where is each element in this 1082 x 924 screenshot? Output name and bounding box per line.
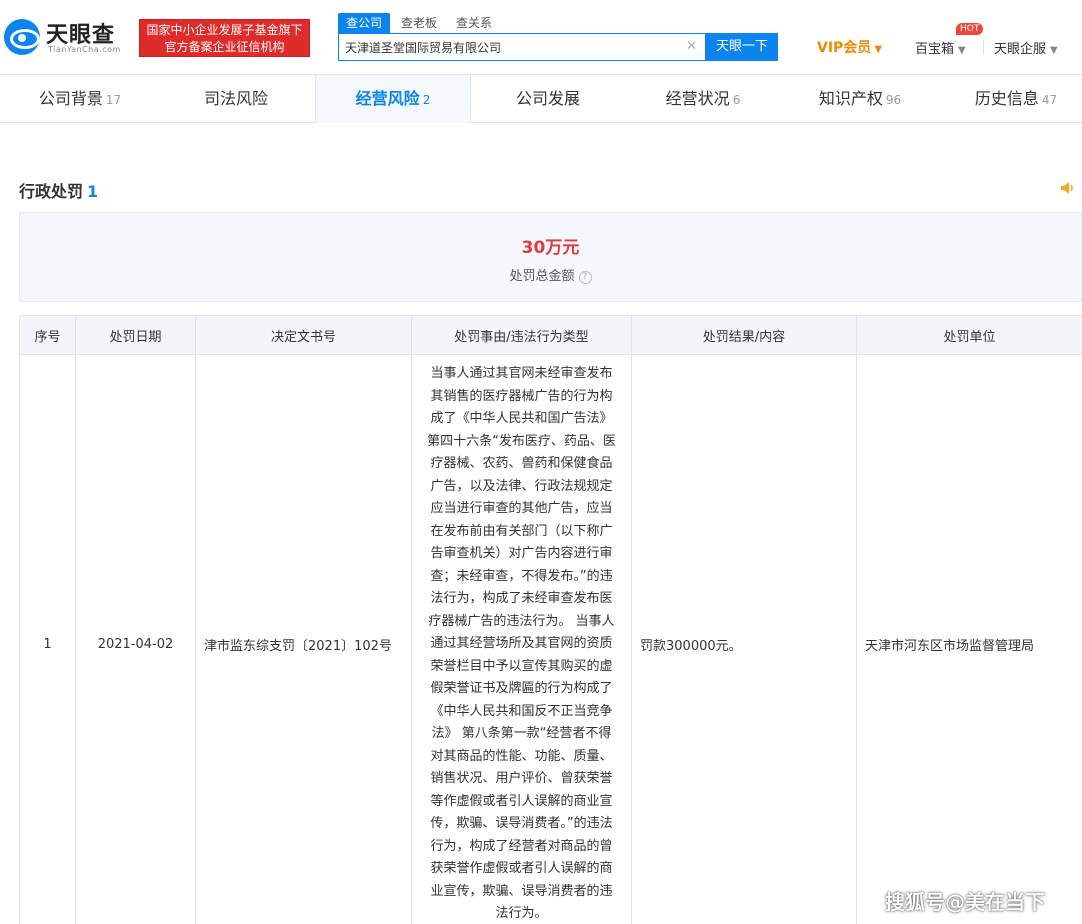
summary-label-text: 处罚总金额 — [509, 269, 575, 284]
official-badge[interactable]: 国家中小企业发展子基金旗下 官方备案企业征信机构 — [139, 19, 310, 57]
cell-unit: 天津市河东区市场监督管理局 — [856, 354, 1082, 924]
penalty-total-label: 处罚总金额? — [20, 265, 1081, 284]
col-header-doc-no: 决定文书号 — [195, 315, 412, 355]
reason-line: 销售状况、用户评价、曾获荣誉 — [430, 771, 613, 786]
section-count: 1 — [87, 182, 99, 201]
col-header-reason: 处罚事由/违法行为类型 — [411, 315, 632, 355]
tab-intellectual-property[interactable]: 知识产权 96 — [800, 75, 920, 123]
tianyancha-logo[interactable]: 天眼查 TianYanCha.com — [4, 17, 130, 59]
col-header-result: 处罚结果/内容 — [631, 315, 857, 355]
cell-doc-no: 津市监东综支罚〔2021〕102号 — [195, 354, 412, 924]
baobox-menu[interactable]: 百宝箱 ▼ — [915, 38, 966, 57]
vip-label: VIP会员 — [817, 40, 872, 56]
badge-line-1: 国家中小企业发展子基金旗下 — [146, 23, 303, 37]
reason-line: 通过其经营场所及其官网的资质 — [430, 636, 613, 651]
clear-icon[interactable]: ✕ — [686, 39, 697, 54]
penalty-table: 序号 处罚日期 决定文书号 处罚事由/违法行为类型 处罚结果/内容 处罚单位 1… — [19, 315, 1082, 924]
tab-label: 公司背景 — [38, 89, 103, 108]
reason-line: 法行为，构成了未经审查发布医 — [430, 591, 613, 606]
tab-label: 经营风险 — [355, 89, 420, 108]
reason-line: 获荣誉作虚假或者引人误解的商 — [430, 861, 613, 876]
reason-line: 《中华人民共和国反不正当竞争 — [430, 703, 613, 719]
reason-line: 当事人通过其官网未经审查发布 — [430, 366, 613, 381]
company-nav: 公司背景 17 司法风险 经营风险 2 公司发展 经营状况 6 知识产权 96 历史信息… — [0, 75, 1082, 123]
reason-line: 传，欺骗、误导消费者。”的违法 — [430, 816, 613, 831]
col-header-index: 序号 — [19, 315, 76, 355]
cell-date: 2021-04-02 — [75, 354, 196, 924]
section-title: 行政处罚 1 — [19, 178, 98, 202]
tab-search-boss[interactable]: 查老板 — [401, 13, 437, 33]
reason-line: 广告，以及法律、行政法规规定 — [430, 478, 613, 494]
divider — [983, 40, 984, 54]
penalty-total-amount: 30万元 — [521, 238, 580, 258]
table-header-row: 序号 处罚日期 决定文书号 处罚事由/违法行为类型 处罚结果/内容 处罚单位 — [19, 315, 1082, 355]
vip-menu[interactable]: VIP会员 ▼ — [817, 37, 882, 57]
col-header-unit: 处罚单位 — [856, 315, 1082, 355]
reason-line: 其销售的医疗器械广告的行为构 — [430, 388, 613, 404]
reason-line: 应当进行审查的其他广告，应当 — [430, 501, 613, 516]
reason-line: 在发布前由有关部门（以下称广 — [430, 523, 613, 539]
help-icon[interactable]: ? — [578, 271, 592, 284]
table-row: 1 2021-04-02 津市监东综支罚〔2021〕102号 当事人通过其官网未… — [19, 354, 1082, 924]
tab-history-info[interactable]: 历史信息 47 — [956, 75, 1076, 123]
top-header: 天眼查 TianYanCha.com 国家中小企业发展子基金旗下 官方备案企业征… — [0, 0, 1082, 75]
qifu-menu[interactable]: 天眼企服 ▼ — [994, 38, 1058, 57]
reason-line: 成了《中华人民共和国广告法》 — [430, 411, 613, 426]
logo-subtitle: TianYanCha.com — [48, 45, 121, 54]
caret-down-icon: ▼ — [1050, 45, 1058, 56]
tab-label: 公司发展 — [515, 89, 580, 108]
col-header-date: 处罚日期 — [75, 315, 196, 355]
tab-operating-risk[interactable]: 经营风险 2 — [315, 75, 471, 123]
reason-line: 荣誉栏目中予以宣传其购买的虚 — [430, 658, 613, 674]
qifu-label: 天眼企服 — [994, 42, 1047, 57]
reason-line: 第四十六条“发布医疗、药品、医 — [427, 433, 616, 449]
tab-search-relation[interactable]: 查关系 — [456, 13, 492, 33]
section-title-label: 行政处罚 — [19, 182, 84, 201]
reason-line: 等作虚假或者引人误解的商业宣 — [430, 793, 613, 809]
reason-line: 行为，构成了经营者对商品的曾 — [430, 838, 613, 854]
tab-count: 96 — [885, 93, 902, 107]
reason-line: 查；未经审查，不得发布。”的违 — [430, 568, 613, 584]
tab-label: 经营状况 — [665, 89, 730, 108]
tab-count: 17 — [105, 93, 122, 107]
tab-judicial-risk[interactable]: 司法风险 — [176, 75, 296, 123]
tab-count: 47 — [1041, 93, 1058, 107]
tab-count: 2 — [422, 93, 431, 107]
reason-line: 法》 第八条第一款“经营者不得 — [431, 726, 612, 741]
search-input[interactable] — [345, 38, 675, 56]
reason-line: 疗器械广告的违法行为。 当事人 — [428, 613, 615, 629]
speaker-icon[interactable] — [1059, 180, 1075, 196]
tab-search-company[interactable]: 查公司 — [338, 13, 391, 33]
caret-down-icon: ▼ — [958, 45, 966, 56]
reason-line: 法行为。 — [495, 906, 548, 921]
eye-logo-icon — [4, 19, 40, 55]
search-button[interactable]: 天眼一下 — [706, 33, 778, 61]
tab-operating-status[interactable]: 经营状况 6 — [643, 75, 763, 123]
hot-badge: HOT — [956, 23, 984, 35]
watermark: 搜狐号@美在当下 — [885, 890, 1045, 914]
penalty-summary: 30万元 处罚总金额? — [19, 212, 1082, 302]
tab-count: 6 — [732, 93, 741, 107]
cell-index: 1 — [19, 354, 76, 924]
reason-line: 业宣传，欺骗、误导消费者的违 — [430, 883, 613, 899]
tab-label: 司法风险 — [203, 89, 268, 108]
baobox-label: 百宝箱 — [915, 42, 955, 57]
tab-label: 历史信息 — [974, 89, 1039, 108]
cell-result: 罚款300000元。 — [631, 354, 857, 924]
caret-down-icon: ▼ — [874, 44, 883, 55]
search-box: ✕ — [338, 33, 706, 61]
reason-line: 告审查机关）对广告内容进行审 — [430, 546, 613, 561]
reason-line: 对其商品的性能、功能、质量、 — [430, 748, 613, 764]
cell-reason: 当事人通过其官网未经审查发布 其销售的医疗器械广告的行为构 成了《中华人民共和国… — [411, 354, 632, 924]
badge-line-2: 官方备案企业征信机构 — [164, 40, 285, 54]
tab-label: 知识产权 — [818, 89, 883, 108]
tab-company-background[interactable]: 公司背景 17 — [20, 75, 140, 123]
reason-line: 假荣誉证书及牌匾的行为构成了 — [430, 681, 613, 696]
reason-line: 疗器械、农药、兽药和保健食品 — [430, 456, 613, 471]
tab-company-development[interactable]: 公司发展 — [488, 75, 608, 123]
